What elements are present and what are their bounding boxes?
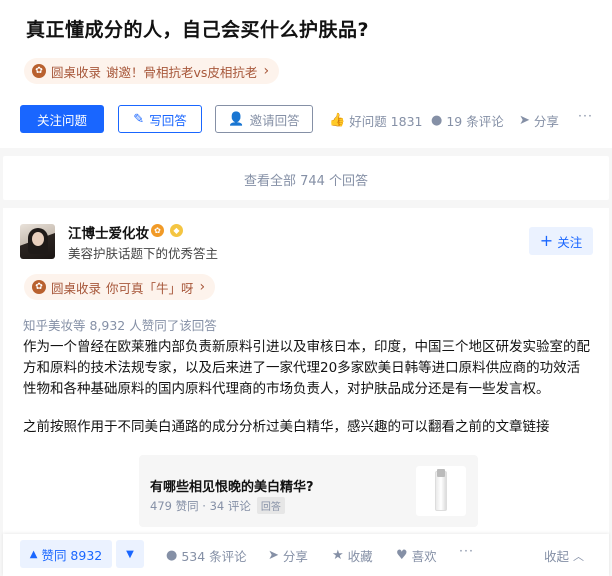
invite-answer-button[interactable]: 👤 邀请回答 <box>215 105 313 133</box>
pen-icon: ✎ <box>133 111 145 127</box>
roundtable-pill[interactable]: ✿ 圆桌收录 谢邀！骨相抗老vs皮相抗老 › <box>24 58 280 84</box>
roundtable-label: 圆桌收录 <box>51 280 102 296</box>
heart-icon: ♥ <box>396 548 408 563</box>
question-title: 真正懂成分的人，自己会买什么护肤品? <box>26 19 370 41</box>
collect-button[interactable]: ★ 收藏 <box>332 546 373 565</box>
linked-answer-thumbnail <box>416 466 466 516</box>
good-question-button[interactable]: 👍 好问题 1831 <box>329 111 422 130</box>
question-comments-label: 19 条评论 <box>446 114 504 129</box>
follow-question-button[interactable]: 关注问题 <box>20 105 104 133</box>
like-button[interactable]: ♥ 喜欢 <box>396 546 437 565</box>
question-comments-button[interactable]: ● 19 条评论 <box>431 111 504 130</box>
good-question-label: 好问题 1831 <box>349 114 423 129</box>
upvote-button[interactable]: ▲ 赞同 8932 <box>20 540 112 568</box>
linked-answer-card[interactable]: 有哪些相见恨晚的美白精华? 479 赞同 · 34 评论 回答 <box>139 455 478 527</box>
view-all-answers-link[interactable]: 查看全部 744 个回答 <box>3 170 609 189</box>
follow-author-label: 关注 <box>557 234 583 250</box>
paper-plane-icon: ➤ <box>519 113 530 128</box>
roundtable-icon: ✿ <box>32 280 46 294</box>
answer-comments-label: 534 条评论 <box>181 549 247 564</box>
write-answer-label: 写回答 <box>149 112 187 128</box>
plus-icon: + <box>539 231 554 250</box>
shield-badge-icon: ◆ <box>170 224 183 237</box>
linked-answer-tag: 回答 <box>256 497 285 514</box>
collect-label: 收藏 <box>347 549 373 564</box>
upvote-label: 赞同 8932 <box>41 547 103 563</box>
thumb-up-icon: 👍 <box>329 113 346 128</box>
upvote-info[interactable]: 知乎美妆等 8,932 人赞同了该回答 <box>23 315 217 334</box>
person-plus-icon: 👤 <box>228 111 245 127</box>
roundtable-text: 你可真「牛」呀 <box>106 280 194 296</box>
gear-badge-icon: ✿ <box>151 224 164 237</box>
like-label: 喜欢 <box>411 549 437 564</box>
linked-answer-stats: 479 赞同 · 34 评论 <box>150 498 251 513</box>
answer-more-button[interactable]: ··· <box>459 543 474 558</box>
answer-share-label: 分享 <box>282 549 308 564</box>
follow-author-button[interactable]: + 关注 <box>529 227 593 255</box>
author-description: 美容护肤话题下的优秀答主 <box>68 246 219 261</box>
view-all-answers-card: 查看全部 744 个回答 <box>3 156 609 200</box>
roundtable-text: 谢邀！骨相抗老vs皮相抗老 <box>106 64 258 80</box>
linked-answer-meta: 479 赞同 · 34 评论 回答 <box>150 497 285 514</box>
roundtable-label: 圆桌收录 <box>51 64 102 80</box>
answer-paragraph: 作为一个曾经在欧莱雅内部负责新原料引进以及审核日本，印度，中国三个地区研发实验室… <box>23 339 590 397</box>
question-share-button[interactable]: ➤ 分享 <box>519 111 559 130</box>
question-more-button[interactable]: ··· <box>578 108 593 123</box>
chevron-right-icon: › <box>199 279 206 295</box>
answer-card: 江博士爱化妆 ✿ ◆ 美容护肤话题下的优秀答主 + 关注 ✿ 圆桌收录 你可真「… <box>3 208 609 576</box>
collapse-label: 收起 <box>544 549 570 564</box>
downvote-button[interactable]: ▼ <box>116 540 144 568</box>
answer-share-button[interactable]: ➤ 分享 <box>268 546 308 565</box>
chevron-up-icon: ︿ <box>573 549 585 563</box>
avatar[interactable] <box>20 224 55 259</box>
comment-bubble-icon: ● <box>431 113 443 128</box>
triangle-up-icon: ▲ <box>29 548 38 560</box>
collapse-button[interactable]: 收起 ︿ <box>544 546 584 565</box>
comment-bubble-icon: ● <box>166 548 178 563</box>
answer-comments-button[interactable]: ● 534 条评论 <box>166 546 247 565</box>
question-share-label: 分享 <box>533 114 559 129</box>
roundtable-icon: ✿ <box>32 64 46 78</box>
answer-paragraph: 之前按照作用于不同美白通路的成分分析过美白精华，感兴趣的可以翻看之前的文章链接 <box>23 419 550 435</box>
question-header: 真正懂成分的人，自己会买什么护肤品? ✿ 圆桌收录 谢邀！骨相抗老vs皮相抗老 … <box>0 0 612 148</box>
chevron-right-icon: › <box>263 63 270 79</box>
follow-question-label: 关注问题 <box>36 112 87 128</box>
author-name[interactable]: 江博士爱化妆 <box>68 222 149 242</box>
star-icon: ★ <box>332 548 344 563</box>
write-answer-button[interactable]: ✎ 写回答 <box>118 105 202 133</box>
paper-plane-icon: ➤ <box>268 548 279 563</box>
answer-roundtable-pill[interactable]: ✿ 圆桌收录 你可真「牛」呀 › <box>24 274 216 300</box>
linked-answer-title: 有哪些相见恨晚的美白精华? <box>150 480 314 495</box>
invite-answer-label: 邀请回答 <box>249 112 300 128</box>
answer-action-bar: ▲ 赞同 8932 ▼ ● 534 条评论 ➤ 分享 ★ 收藏 ♥ 喜欢 ···… <box>3 534 609 576</box>
triangle-down-icon: ▼ <box>126 548 134 560</box>
